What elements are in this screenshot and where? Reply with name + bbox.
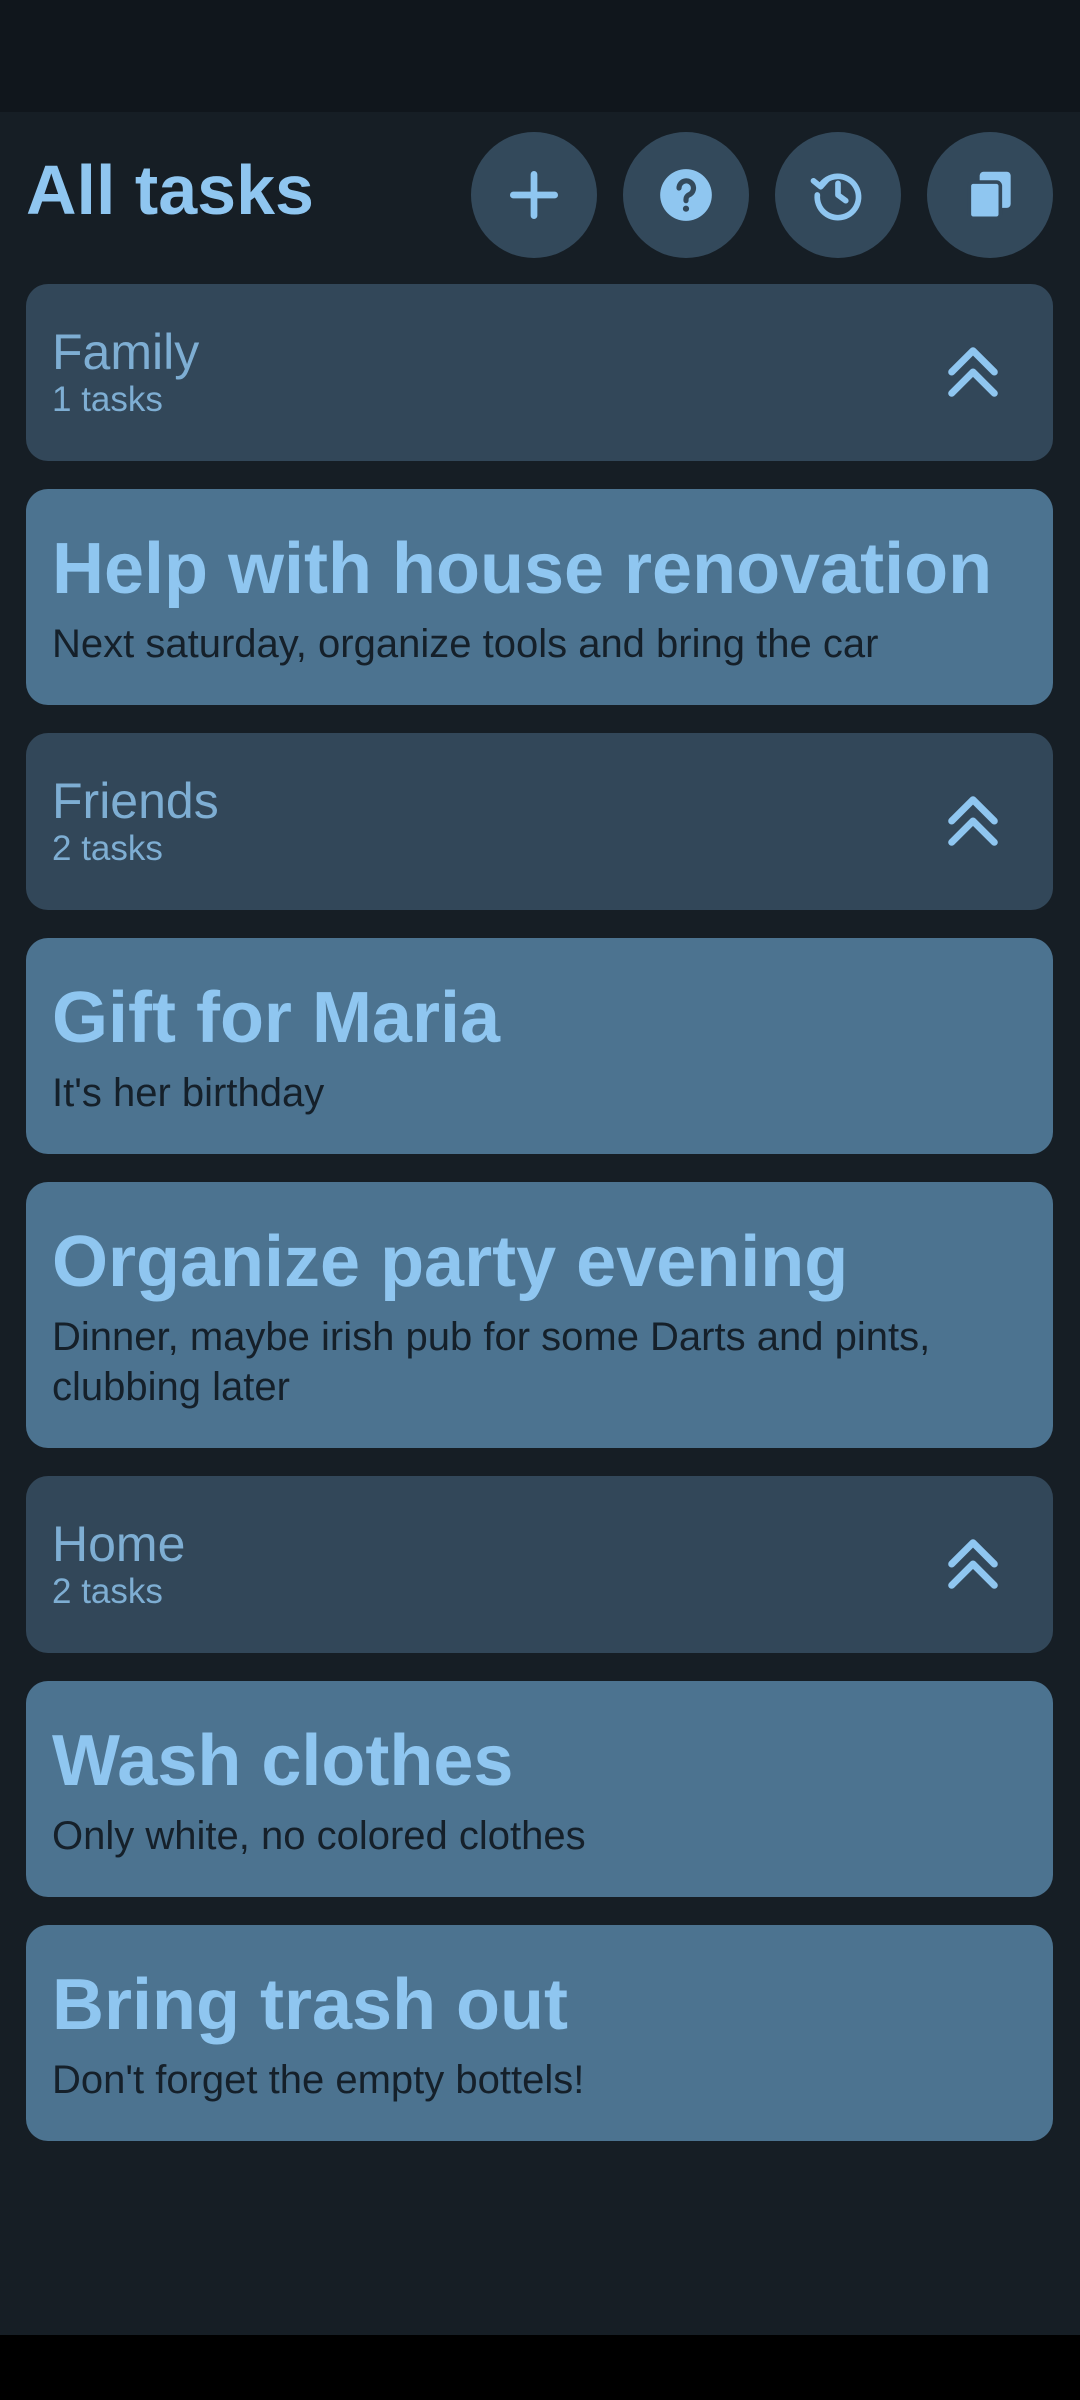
group-header-family[interactable]: Family 1 tasks (26, 284, 1053, 461)
group-name: Home (52, 1516, 186, 1572)
task-description: Dinner, maybe irish pub for some Darts a… (52, 1315, 931, 1409)
collapse-button[interactable] (933, 1524, 1013, 1604)
task-card[interactable]: Wash clothes Only white, no colored clot… (26, 1681, 1053, 1897)
app-screen: All tasks Family 1 tasks Help with house… (0, 112, 1080, 2335)
app-header: All tasks (0, 112, 1080, 282)
group-name: Family (52, 324, 200, 380)
task-title: Wash clothes (52, 1721, 514, 1801)
group-task-count: 2 tasks (52, 829, 163, 868)
status-bar (0, 0, 1080, 112)
task-card[interactable]: Gift for Maria It's her birthday (26, 938, 1053, 1154)
double-chevron-up-icon (948, 796, 998, 846)
task-title: Help with house renovation (52, 529, 993, 609)
task-description: It's her birthday (52, 1071, 325, 1115)
task-description: Don't forget the empty bottels! (52, 2058, 585, 2102)
group-header-home[interactable]: Home 2 tasks (26, 1476, 1053, 1653)
collapse-button[interactable] (933, 332, 1013, 412)
group-task-count: 2 tasks (52, 1572, 163, 1611)
plus-icon (509, 170, 559, 220)
task-title: Gift for Maria (52, 978, 501, 1058)
double-chevron-up-icon (948, 1539, 998, 1589)
task-description: Only white, no colored clothes (52, 1814, 586, 1858)
help-button[interactable] (623, 132, 749, 258)
copy-button[interactable] (927, 132, 1053, 258)
task-card[interactable]: Organize party evening Dinner, maybe iri… (26, 1182, 1053, 1448)
group-header-friends[interactable]: Friends 2 tasks (26, 733, 1053, 910)
group-task-count: 1 tasks (52, 380, 163, 419)
navigation-bar (0, 2335, 1080, 2400)
task-card[interactable]: Help with house renovation Next saturday… (26, 489, 1053, 705)
task-description: Next saturday, organize tools and bring … (52, 622, 879, 666)
page-title: All tasks (26, 151, 314, 229)
group-name: Friends (52, 773, 219, 829)
task-title: Bring trash out (52, 1965, 568, 2045)
add-task-button[interactable] (471, 132, 597, 258)
help-icon (660, 169, 712, 221)
task-card[interactable]: Bring trash out Don't forget the empty b… (26, 1925, 1053, 2141)
task-list: Family 1 tasks Help with house renovatio… (26, 284, 1053, 2169)
copy-icon (967, 171, 1011, 221)
task-title: Organize party evening (52, 1222, 849, 1302)
history-button[interactable] (775, 132, 901, 258)
double-chevron-up-icon (948, 347, 998, 397)
collapse-button[interactable] (933, 781, 1013, 861)
history-icon (810, 173, 862, 221)
